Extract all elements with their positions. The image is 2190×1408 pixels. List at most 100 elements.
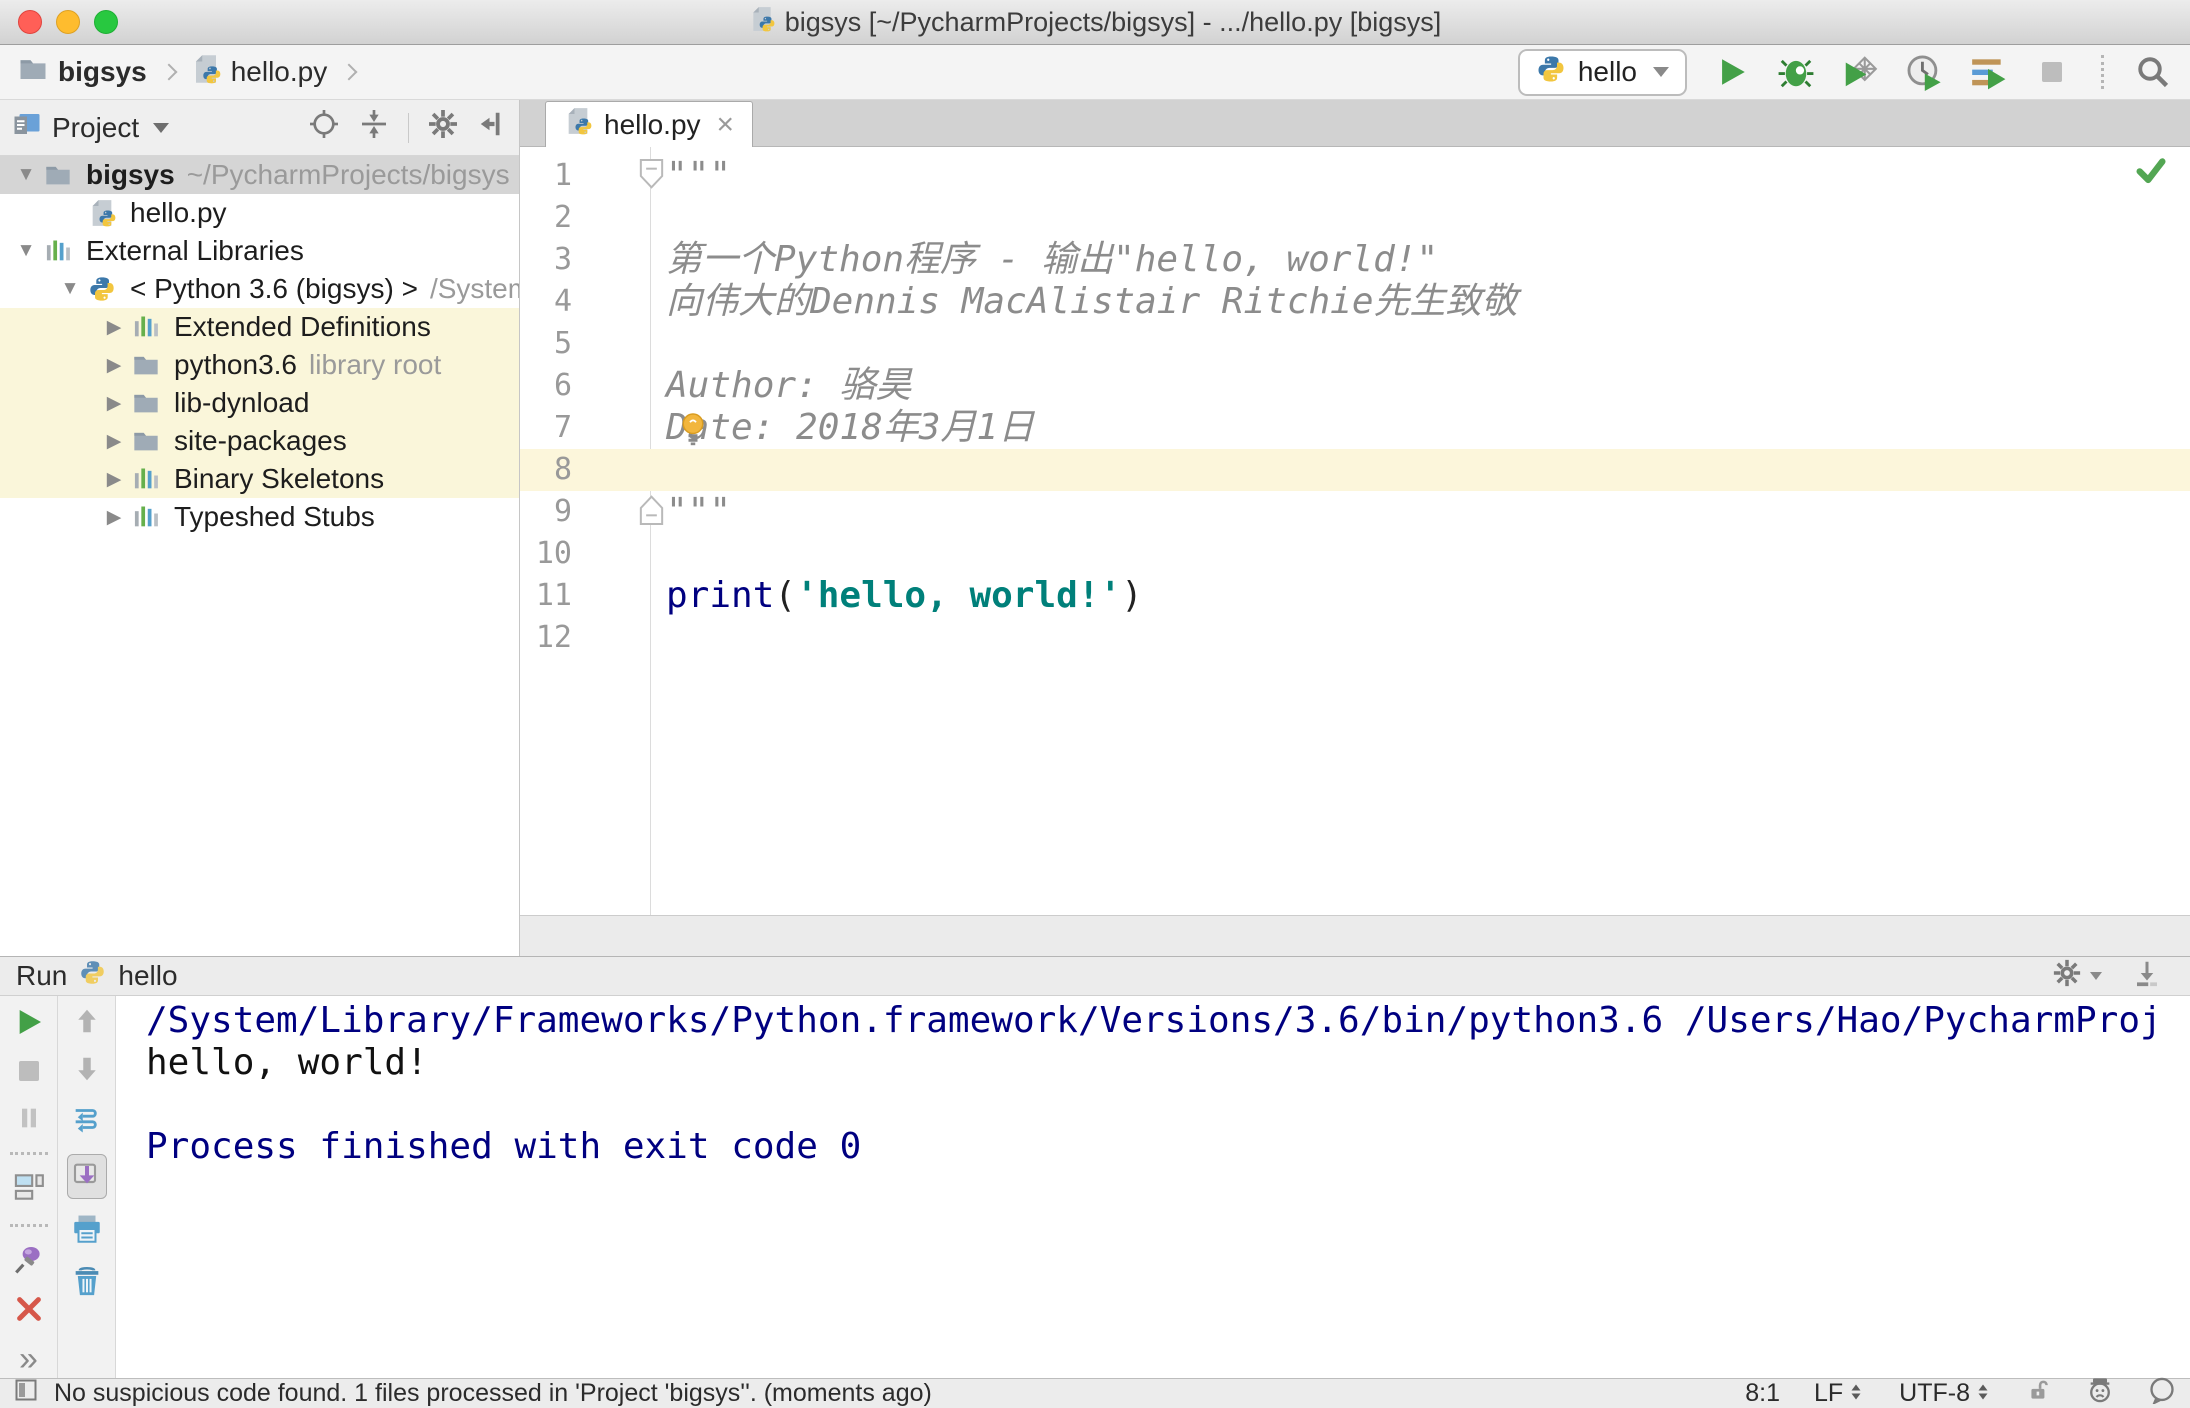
chevron-down-icon[interactable]: ▼	[8, 240, 44, 262]
chevron-right-icon[interactable]: ▶	[96, 392, 132, 415]
line-number[interactable]: 3	[520, 239, 650, 281]
line-number[interactable]: 6	[520, 365, 650, 407]
window-title-text: bigsys [~/PycharmProjects/bigsys] - .../…	[784, 6, 1442, 37]
hide-panel-button[interactable]	[477, 109, 507, 146]
run-panel-title[interactable]: Run	[16, 960, 67, 992]
concurrency-diagram-button[interactable]	[1969, 53, 2007, 91]
line-number[interactable]: 4	[520, 281, 650, 323]
tree-item-site-packages[interactable]: ▶ site-packages	[0, 422, 519, 460]
line-ending-widget[interactable]: LF	[1814, 1379, 1865, 1408]
chevron-right-icon[interactable]: ▶	[96, 316, 132, 339]
run-console-output[interactable]: /System/Library/Frameworks/Python.framew…	[116, 996, 2190, 1378]
tree-item-bigsys[interactable]: ▼ bigsys ~/PycharmProjects/bigsys	[0, 156, 519, 194]
settings-gear-button[interactable]	[427, 108, 459, 147]
pin-tab-button[interactable]	[12, 1242, 46, 1281]
breadcrumb-item-bigsys[interactable]: bigsys	[18, 54, 147, 91]
tree-item-external-libraries[interactable]: ▼ External Libraries	[0, 232, 519, 270]
stop-button[interactable]	[2033, 53, 2071, 91]
fold-region-start-icon[interactable]	[638, 158, 665, 206]
library-icon	[44, 237, 78, 265]
caret-position-widget[interactable]: 8:1	[1745, 1379, 1780, 1408]
close-run-panel-button[interactable]	[14, 1294, 44, 1329]
run-configuration-selector[interactable]: hello	[1517, 48, 1687, 96]
breadcrumb-item-hello-py[interactable]: hello.py	[191, 54, 327, 91]
minimize-window-button[interactable]	[56, 10, 80, 34]
status-bar: No suspicious code found. 1 files proces…	[0, 1376, 2190, 1408]
python-file-icon	[564, 107, 592, 142]
profiler-button[interactable]	[1905, 53, 1943, 91]
tree-item-binary-skeletons[interactable]: ▶ Binary Skeletons	[0, 460, 519, 498]
line-number[interactable]: 10	[520, 533, 650, 575]
clear-all-button[interactable]	[70, 1264, 104, 1303]
chevron-down-icon[interactable]: ▼	[52, 278, 88, 300]
close-window-button[interactable]	[18, 10, 42, 34]
intention-bulb-icon[interactable]	[678, 411, 708, 463]
line-number[interactable]: 7	[520, 407, 650, 449]
chevron-right-icon	[340, 63, 358, 81]
tree-item-python-3.6-bigsys[interactable]: ▼ < Python 3.6 (bigsys) > /System	[0, 270, 519, 308]
code-text[interactable]: Author: 骆昊	[650, 365, 911, 407]
editor-tab-hello-py[interactable]: hello.py ×	[545, 101, 754, 147]
rerun-button[interactable]	[13, 1006, 45, 1043]
project-panel-header: Project	[0, 100, 519, 156]
chevron-right-icon[interactable]: ▶	[96, 506, 132, 529]
line-number[interactable]: 9	[520, 491, 650, 533]
pause-output-button[interactable]	[15, 1104, 43, 1137]
more-actions-button[interactable]: »	[19, 1342, 38, 1376]
line-number[interactable]: 12	[520, 617, 650, 659]
run-with-coverage-button[interactable]	[1841, 53, 1879, 91]
tree-item-python3.6[interactable]: ▶ python3.6 library root	[0, 346, 519, 384]
code-text[interactable]: 第一个Python程序 - 输出"hello, world!"	[650, 239, 1438, 281]
line-number[interactable]: 1	[520, 155, 650, 197]
chevron-right-icon[interactable]: ▶	[96, 430, 132, 453]
run-panel-config-name[interactable]: hello	[118, 960, 177, 992]
lock-icon[interactable]	[2026, 1377, 2052, 1408]
stop-process-button[interactable]	[14, 1056, 44, 1091]
python-logo-icon	[79, 959, 106, 993]
next-occurrence-button[interactable]	[72, 1054, 102, 1089]
code-editor[interactable]: 1 """ 2 3 第一个Python程序 - 输出"hello, world!" 4 向伟…	[520, 147, 2190, 915]
locate-file-button[interactable]	[308, 108, 340, 147]
inspections-ok-icon[interactable]	[2134, 153, 2168, 191]
code-text[interactable]: print('hello, world!')	[650, 575, 1143, 617]
scroll-to-end-button[interactable]	[66, 1154, 107, 1199]
code-text[interactable]	[650, 617, 666, 659]
prev-occurrence-button[interactable]	[72, 1006, 102, 1041]
hector-inspections-icon[interactable]	[2086, 1376, 2114, 1408]
print-button[interactable]	[70, 1212, 104, 1251]
code-text[interactable]	[650, 323, 666, 365]
debug-button[interactable]	[1777, 53, 1815, 91]
project-panel-title[interactable]: Project	[52, 112, 139, 144]
fold-region-end-icon[interactable]	[638, 494, 665, 542]
chevron-right-icon[interactable]: ▶	[96, 468, 132, 491]
code-line-11: 11 print('hello, world!')	[520, 575, 2190, 617]
code-line-7: 7 Date: 2018年3月1日	[520, 407, 2190, 449]
run-button[interactable]	[1713, 53, 1751, 91]
event-log-bubble-icon[interactable]	[2148, 1376, 2176, 1408]
code-text[interactable]	[650, 449, 666, 491]
line-number[interactable]: 8	[520, 449, 650, 491]
tree-item-extended-definitions[interactable]: ▶ Extended Definitions	[0, 308, 519, 346]
tree-item-lib-dynload[interactable]: ▶ lib-dynload	[0, 384, 519, 422]
tree-item-typeshed-stubs[interactable]: ▶ Typeshed Stubs	[0, 498, 519, 536]
toolwindow-toggle-icon[interactable]	[14, 1378, 38, 1408]
code-text[interactable]: 向伟大的Dennis MacAlistair Ritchie先生致敬	[650, 281, 1518, 323]
chevron-down-icon[interactable]: ▼	[8, 164, 44, 186]
restore-layout-button[interactable]	[12, 1170, 46, 1209]
encoding-widget[interactable]: UTF-8	[1899, 1379, 1992, 1408]
tree-item-hello.py[interactable]: hello.py	[0, 194, 519, 232]
titlebar: bigsys [~/PycharmProjects/bigsys] - .../…	[0, 0, 2190, 45]
soft-wrap-button[interactable]	[70, 1102, 104, 1141]
close-tab-icon[interactable]: ×	[717, 109, 735, 140]
collapse-all-button[interactable]	[358, 108, 390, 147]
chevron-right-icon[interactable]: ▶	[96, 354, 132, 377]
line-number[interactable]: 5	[520, 323, 650, 365]
search-everywhere-button[interactable]	[2134, 53, 2172, 91]
zoom-window-button[interactable]	[94, 10, 118, 34]
line-number[interactable]: 2	[520, 197, 650, 239]
run-settings-gear-button[interactable]	[2052, 958, 2102, 995]
chevron-down-icon[interactable]	[153, 122, 170, 133]
hide-run-panel-button[interactable]	[2132, 958, 2162, 995]
toolbar-actions: hello	[1517, 48, 2172, 96]
line-number[interactable]: 11	[520, 575, 650, 617]
